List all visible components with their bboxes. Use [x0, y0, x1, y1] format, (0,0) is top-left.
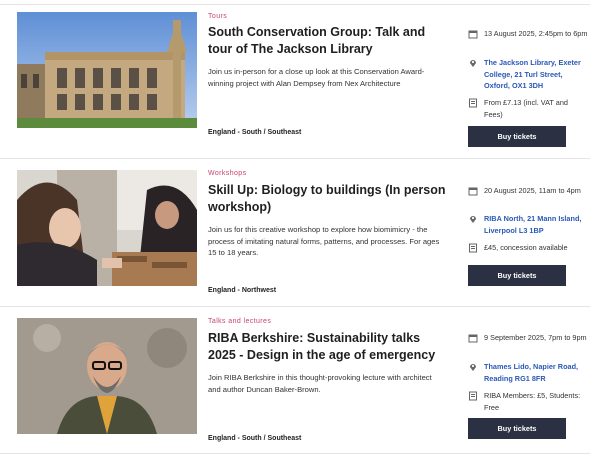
calendar-icon — [468, 187, 478, 196]
event-price: From £7.13 (incl. VAT and Fees) — [484, 98, 568, 119]
calendar-icon — [468, 334, 478, 343]
buy-tickets-button[interactable]: Buy tickets — [468, 265, 566, 286]
event-description: Join RIBA Berkshire in this thought-prov… — [208, 373, 432, 394]
event-region: England - South / Southeast — [208, 129, 302, 136]
event-region: England - South / Southeast — [208, 435, 302, 442]
event-divider — [0, 158, 590, 159]
top-divider — [0, 4, 590, 5]
event-date: 13 August 2025, 2:45pm to 6pm — [484, 29, 588, 38]
map-pin-icon — [470, 216, 476, 223]
event-category: Talks and lectures — [208, 318, 272, 325]
event-category: Workshops — [208, 170, 247, 177]
map-pin-icon — [470, 364, 476, 371]
event-price: £45, concession available — [484, 243, 568, 252]
event-location-link[interactable]: The Jackson Library, Exeter College, 21 … — [484, 57, 588, 92]
event-title[interactable]: RIBA Berkshire: Sustainability talks 202… — [208, 330, 448, 364]
event-image-jackson-library[interactable] — [17, 12, 197, 128]
event-location-link[interactable]: Thames Lido, Napier Road, Reading RG1 8F… — [484, 361, 588, 384]
event-region: England - Northwest — [208, 287, 277, 294]
buy-tickets-button[interactable]: Buy tickets — [468, 418, 566, 439]
event-image-workshop[interactable] — [17, 170, 197, 286]
event-image-speaker[interactable] — [17, 318, 197, 434]
event-description: Join us in-person for a close up look at… — [208, 67, 425, 88]
ticket-icon — [469, 98, 477, 108]
ticket-icon — [469, 243, 477, 253]
buy-tickets-button[interactable]: Buy tickets — [468, 126, 566, 147]
event-description: Join us for this creative workshop to ex… — [208, 225, 440, 257]
bottom-divider — [0, 453, 590, 454]
event-divider — [0, 306, 590, 307]
event-title[interactable]: South Conservation Group: Talk and tour … — [208, 24, 448, 58]
event-category: Tours — [208, 13, 228, 20]
map-pin-icon — [470, 60, 476, 67]
event-price: RIBA Members: £5, Students: Free — [484, 391, 581, 412]
event-date: 20 August 2025, 11am to 4pm — [484, 186, 581, 195]
ticket-icon — [469, 391, 477, 401]
event-title[interactable]: Skill Up: Biology to buildings (In perso… — [208, 182, 448, 216]
calendar-icon — [468, 30, 478, 39]
event-date: 9 September 2025, 7pm to 9pm — [484, 333, 587, 342]
event-location-link[interactable]: RIBA North, 21 Mann Island, Liverpool L3… — [484, 213, 588, 236]
